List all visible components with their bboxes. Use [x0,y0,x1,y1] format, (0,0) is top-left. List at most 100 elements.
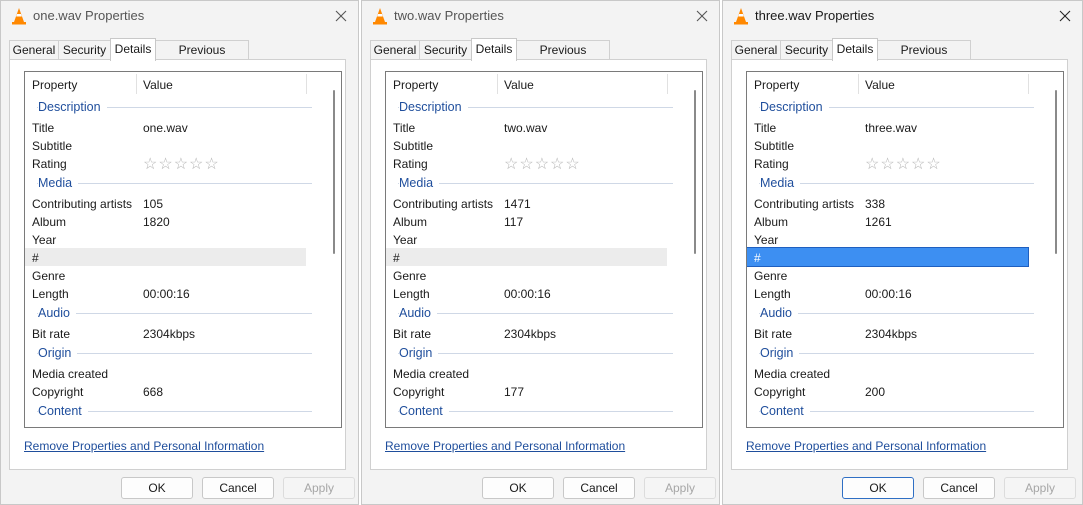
property-row[interactable]: Album 1261 [747,212,1028,230]
vertical-scrollbar[interactable] [1049,72,1063,427]
column-header-property[interactable]: Property [393,78,438,92]
tab-previous-versions[interactable]: Previous Versions [877,40,971,76]
ok-button[interactable]: OK [121,477,193,499]
close-icon[interactable] [691,6,713,26]
property-row[interactable]: Subtitle [386,136,667,154]
tab-general[interactable]: General [731,40,781,60]
property-row[interactable]: Year [747,230,1028,248]
property-row[interactable]: # [747,247,1029,267]
property-row[interactable]: Length 00:00:16 [386,284,667,302]
property-row[interactable]: # [25,248,306,266]
column-header-property[interactable]: Property [754,78,799,92]
apply-button[interactable]: Apply [1004,477,1076,499]
cancel-button[interactable]: Cancel [563,477,635,499]
column-divider[interactable] [667,74,668,94]
property-row[interactable]: Bit rate 2304kbps [25,324,306,342]
ok-button[interactable]: OK [482,477,554,499]
column-header-value[interactable]: Value [504,78,534,92]
property-value[interactable]: 00:00:16 [504,287,551,301]
property-row[interactable]: Media created [25,364,306,382]
rating-stars-icon[interactable]: ☆☆☆☆☆ [865,154,942,174]
property-row[interactable]: Media created [747,364,1028,382]
column-divider[interactable] [1028,74,1029,94]
property-value[interactable]: 1820 [143,215,170,229]
property-row[interactable]: Title two.wav [386,118,667,136]
property-row[interactable]: Year [386,230,667,248]
property-row[interactable]: Contributing artists 105 [25,194,306,212]
property-row[interactable]: Copyright 668 [25,382,306,400]
close-icon[interactable] [330,6,352,26]
property-row[interactable]: Copyright 177 [386,382,667,400]
property-value[interactable]: 105 [143,197,163,211]
tab-details[interactable]: Details [832,38,878,61]
vertical-scrollbar[interactable] [688,72,702,427]
property-row[interactable]: Copyright 200 [747,382,1028,400]
scrollbar-thumb[interactable] [333,90,335,254]
tab-details[interactable]: Details [471,38,517,61]
property-row[interactable]: Album 117 [386,212,667,230]
property-value[interactable]: 117 [504,215,523,229]
property-value[interactable]: two.wav [504,121,547,135]
tab-security[interactable]: Security [780,40,833,60]
vertical-scrollbar[interactable] [327,72,341,427]
property-value[interactable]: 2304kbps [143,327,195,341]
property-row[interactable]: Title one.wav [25,118,306,136]
property-row[interactable]: Album 1820 [25,212,306,230]
property-value[interactable]: 00:00:16 [143,287,190,301]
column-header-value[interactable]: Value [865,78,895,92]
properties-list[interactable]: Property Value Description Title two.wav Su… [385,71,703,428]
apply-button[interactable]: Apply [283,477,355,499]
property-row[interactable]: Length 00:00:16 [747,284,1028,302]
rating-stars-icon[interactable]: ☆☆☆☆☆ [504,154,581,174]
property-row[interactable]: Genre [386,266,667,284]
property-value[interactable]: 1471 [504,197,531,211]
property-value[interactable]: 338 [865,197,885,211]
property-value[interactable]: 177 [504,385,524,399]
property-value[interactable]: 668 [143,385,163,399]
tab-general[interactable]: General [9,40,59,60]
property-row[interactable]: Rating ☆☆☆☆☆ [25,154,306,174]
property-row[interactable]: Genre [747,266,1028,284]
property-row[interactable]: Bit rate 2304kbps [386,324,667,342]
property-row[interactable]: Contributing artists 338 [747,194,1028,212]
property-value[interactable]: one.wav [143,121,188,135]
property-row[interactable]: Subtitle [25,136,306,154]
property-value[interactable]: 1261 [865,215,892,229]
ok-button[interactable]: OK [842,477,914,499]
property-row[interactable]: Rating ☆☆☆☆☆ [386,154,667,174]
tab-security[interactable]: Security [58,40,111,60]
column-header-value[interactable]: Value [143,78,173,92]
column-header-property[interactable]: Property [32,78,77,92]
close-icon[interactable] [1054,6,1076,26]
scrollbar-thumb[interactable] [694,90,696,254]
properties-list[interactable]: Property Value Description Title three.wav… [746,71,1064,428]
property-value[interactable]: 2304kbps [865,327,917,341]
tab-security[interactable]: Security [419,40,472,60]
tab-general[interactable]: General [370,40,420,60]
property-row[interactable]: Bit rate 2304kbps [747,324,1028,342]
cancel-button[interactable]: Cancel [923,477,995,499]
column-divider[interactable] [306,74,307,94]
apply-button[interactable]: Apply [644,477,716,499]
scrollbar-thumb[interactable] [1055,90,1057,254]
property-value[interactable]: 2304kbps [504,327,556,341]
remove-properties-link[interactable]: Remove Properties and Personal Informati… [385,439,625,453]
tab-previous-versions[interactable]: Previous Versions [516,40,610,76]
property-row[interactable]: Length 00:00:16 [25,284,306,302]
property-value[interactable]: three.wav [865,121,917,135]
cancel-button[interactable]: Cancel [202,477,274,499]
remove-properties-link[interactable]: Remove Properties and Personal Informati… [746,439,986,453]
tab-details[interactable]: Details [110,38,156,61]
column-divider[interactable] [858,74,859,94]
property-row[interactable]: Subtitle [747,136,1028,154]
rating-stars-icon[interactable]: ☆☆☆☆☆ [143,154,220,174]
property-row[interactable]: Media created [386,364,667,382]
property-row[interactable]: # [386,248,667,266]
tab-previous-versions[interactable]: Previous Versions [155,40,249,76]
property-row[interactable]: Contributing artists 1471 [386,194,667,212]
column-divider[interactable] [136,74,137,94]
property-value[interactable]: 00:00:16 [865,287,912,301]
property-row[interactable]: Title three.wav [747,118,1028,136]
property-value[interactable]: 200 [865,385,885,399]
property-row[interactable]: Rating ☆☆☆☆☆ [747,154,1028,174]
